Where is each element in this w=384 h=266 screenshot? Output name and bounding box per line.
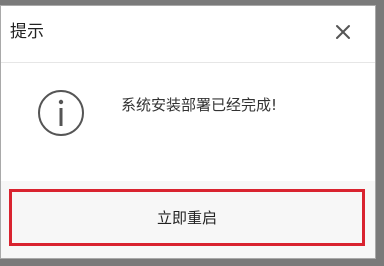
close-icon	[336, 25, 350, 39]
dialog-title-bar: 提示	[1, 6, 375, 62]
restart-now-button[interactable]: 立即重启	[9, 189, 365, 246]
dialog-message: 系统安装部署已经完成!	[121, 96, 278, 114]
completion-dialog: 提示 系统安装部署已经完成! 立即重启	[0, 5, 376, 259]
dialog-body: 系统安装部署已经完成!	[1, 63, 375, 181]
dialog-footer: 立即重启	[1, 181, 375, 258]
close-button[interactable]	[333, 22, 353, 42]
info-icon	[38, 90, 84, 136]
dialog-title: 提示	[10, 22, 44, 42]
restart-now-label: 立即重启	[156, 208, 217, 227]
